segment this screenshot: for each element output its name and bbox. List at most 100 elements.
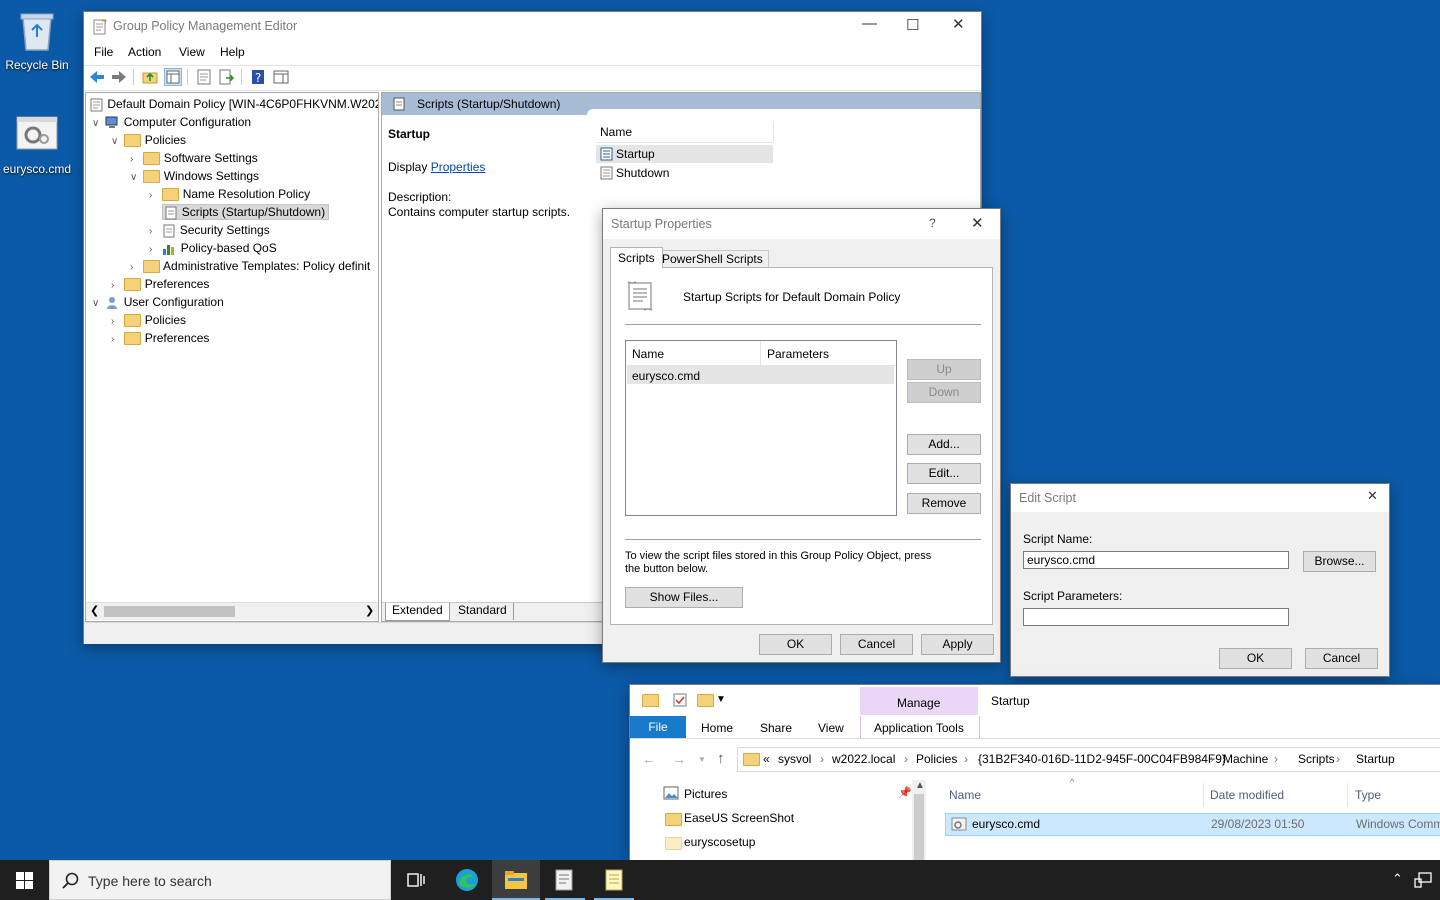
file-row[interactable]: eurysco.cmd 29/08/2023 01:50 Windows Com… bbox=[945, 813, 1440, 836]
tree-security-settings[interactable]: › Security Settings bbox=[149, 221, 270, 239]
taskbar-file-explorer[interactable] bbox=[492, 860, 540, 900]
down-button[interactable]: Down bbox=[907, 382, 981, 403]
tree-user-policies[interactable]: › Policies bbox=[111, 311, 186, 329]
startup-props-close-button[interactable]: ✕ bbox=[971, 214, 984, 232]
address-bar[interactable]: « sysvol › w2022.local › Policies › {31B… bbox=[737, 747, 1440, 772]
scripts-list-header[interactable]: Name bbox=[596, 121, 774, 143]
tree-horizontal-scrollbar[interactable]: ❮ ❯ bbox=[86, 602, 378, 620]
properties-link[interactable]: Properties bbox=[431, 160, 486, 174]
tab-extended[interactable]: Extended bbox=[385, 603, 450, 621]
list-item-startup[interactable]: Startup bbox=[596, 145, 773, 163]
new-folder-icon[interactable] bbox=[697, 694, 714, 707]
scripts-listview[interactable]: Name Parameters eurysco.cmd bbox=[625, 340, 897, 516]
add-button[interactable]: Add... bbox=[907, 434, 981, 455]
tree-root-item[interactable]: Default Domain Policy [WIN-4C6P0FHKVNM.W… bbox=[90, 95, 378, 113]
properties-check-icon[interactable] bbox=[673, 693, 687, 707]
tree-name-resolution[interactable]: › Name Resolution Policy bbox=[149, 185, 310, 203]
startup-ok-button[interactable]: OK bbox=[759, 634, 832, 655]
startup-cancel-button[interactable]: Cancel bbox=[840, 634, 913, 655]
tab-powershell-scripts[interactable]: PowerShell Scripts bbox=[656, 250, 769, 268]
forward-arrow-icon[interactable] bbox=[111, 69, 127, 85]
ribbon-tab-view[interactable]: View bbox=[818, 721, 844, 735]
chevron-down-icon[interactable]: ∨ bbox=[92, 295, 102, 313]
quick-access-folder-icon[interactable] bbox=[642, 694, 659, 707]
breadcrumb-machine[interactable]: Machine bbox=[1223, 752, 1268, 766]
nav-item-easeus[interactable]: EaseUS ScreenShot bbox=[684, 811, 794, 825]
menu-view[interactable]: View bbox=[179, 45, 205, 59]
recycle-bin-desktop-icon[interactable]: Recycle Bin bbox=[0, 6, 75, 76]
taskbar-notepad[interactable] bbox=[590, 860, 638, 900]
menu-file[interactable]: File bbox=[94, 45, 113, 59]
startup-apply-button[interactable]: Apply bbox=[921, 634, 994, 655]
edit-script-cancel-button[interactable]: Cancel bbox=[1305, 648, 1378, 669]
up-button[interactable]: Up bbox=[907, 359, 981, 380]
menu-help[interactable]: Help bbox=[220, 45, 245, 59]
nav-forward-icon[interactable]: → bbox=[672, 751, 686, 767]
gpme-minimize-button[interactable]: — bbox=[862, 15, 877, 32]
breadcrumb-startup[interactable]: Startup bbox=[1356, 752, 1395, 766]
tab-standard[interactable]: Standard bbox=[452, 603, 514, 620]
edit-script-title-bar[interactable]: Edit Script ✕ bbox=[1011, 484, 1389, 512]
breadcrumb-guid[interactable]: {31B2F340-016D-11D2-945F-00C04FB984F9} bbox=[978, 752, 1226, 766]
edit-script-close-button[interactable]: ✕ bbox=[1367, 488, 1378, 504]
col-type[interactable]: Type bbox=[1355, 788, 1381, 802]
col-name[interactable]: Name bbox=[949, 788, 981, 802]
tree-preferences[interactable]: › Preferences bbox=[111, 275, 209, 293]
back-arrow-icon[interactable] bbox=[89, 69, 105, 85]
nav-up-icon[interactable]: ↑ bbox=[717, 750, 725, 767]
scroll-right-arrow-icon[interactable]: ❯ bbox=[365, 604, 374, 617]
tree-scroll-thumb[interactable] bbox=[104, 606, 235, 617]
nav-item-pictures[interactable]: Pictures bbox=[684, 787, 727, 801]
breadcrumb-sysvol[interactable]: sysvol bbox=[778, 752, 811, 766]
nav-scroll-thumb[interactable] bbox=[914, 794, 924, 861]
export-list-icon[interactable] bbox=[219, 69, 235, 85]
nav-pane-scrollbar[interactable]: ▲ bbox=[912, 780, 926, 861]
pin-icon[interactable]: 📌 bbox=[898, 786, 912, 799]
gpme-close-button[interactable]: ✕ bbox=[952, 15, 965, 33]
tree-computer-config[interactable]: ∨ Computer Configuration bbox=[92, 113, 251, 131]
tree-policies[interactable]: ∨ Policies bbox=[111, 131, 186, 149]
ribbon-tab-file[interactable]: File bbox=[630, 716, 686, 738]
chevron-down-icon[interactable]: ∨ bbox=[130, 169, 140, 187]
tab-scripts[interactable]: Scripts bbox=[610, 247, 663, 268]
gpme-title-bar[interactable]: Group Policy Management Editor — ☐ ✕ bbox=[84, 12, 981, 42]
browse-button[interactable]: Browse... bbox=[1303, 551, 1376, 572]
tree-windows-settings[interactable]: ∨ Windows Settings bbox=[130, 167, 259, 185]
col-date-modified[interactable]: Date modified bbox=[1210, 788, 1284, 802]
up-folder-icon[interactable] bbox=[142, 69, 158, 85]
script-params-field[interactable] bbox=[1023, 608, 1289, 626]
tree-user-preferences[interactable]: › Preferences bbox=[111, 329, 209, 347]
startup-props-title-bar[interactable]: Startup Properties ? ✕ bbox=[603, 209, 1000, 239]
tray-chevron-up-icon[interactable]: ⌃ bbox=[1392, 871, 1403, 887]
ribbon-tab-home[interactable]: Home bbox=[701, 721, 733, 735]
col-header-name[interactable]: Name bbox=[626, 341, 761, 366]
table-row[interactable]: eurysco.cmd bbox=[627, 366, 894, 384]
ribbon-tab-application-tools[interactable]: Application Tools bbox=[860, 716, 980, 738]
scroll-up-arrow-icon[interactable]: ▲ bbox=[915, 780, 925, 791]
nav-item-euryscosetup[interactable]: euryscosetup bbox=[684, 835, 755, 849]
tree-scripts[interactable]: Scripts (Startup/Shutdown) bbox=[149, 203, 330, 221]
gpme-maximize-button[interactable]: ☐ bbox=[906, 16, 919, 34]
help-button[interactable]: ? bbox=[929, 216, 936, 230]
script-name-field[interactable] bbox=[1023, 551, 1289, 569]
properties-icon[interactable] bbox=[196, 69, 212, 85]
edit-script-ok-button[interactable]: OK bbox=[1219, 648, 1292, 669]
chevron-down-icon[interactable]: ∨ bbox=[111, 133, 121, 151]
windows-start-icon[interactable] bbox=[16, 872, 33, 889]
tree-admin-templates[interactable]: › Administrative Templates: Policy defin… bbox=[130, 257, 370, 275]
help-icon[interactable]: ? bbox=[250, 69, 266, 85]
breadcrumb-scripts[interactable]: Scripts bbox=[1298, 752, 1335, 766]
tree-qos[interactable]: › Policy-based QoS bbox=[149, 239, 277, 257]
breadcrumb-domain[interactable]: w2022.local bbox=[832, 752, 895, 766]
menu-action[interactable]: Action bbox=[128, 45, 161, 59]
show-files-button[interactable]: Show Files... bbox=[625, 587, 743, 608]
list-item-shutdown[interactable]: Shutdown bbox=[596, 164, 773, 182]
remove-button[interactable]: Remove bbox=[907, 493, 981, 514]
taskbar-search-box[interactable]: Type here to search bbox=[49, 860, 391, 900]
nav-recent-dropdown-icon[interactable]: ▼ bbox=[698, 755, 706, 764]
ribbon-tab-share[interactable]: Share bbox=[760, 721, 792, 735]
breadcrumb-policies[interactable]: Policies bbox=[916, 752, 957, 766]
taskbar-gpme[interactable] bbox=[541, 860, 589, 900]
task-view-icon[interactable] bbox=[406, 871, 426, 889]
scroll-left-arrow-icon[interactable]: ❮ bbox=[90, 604, 99, 617]
